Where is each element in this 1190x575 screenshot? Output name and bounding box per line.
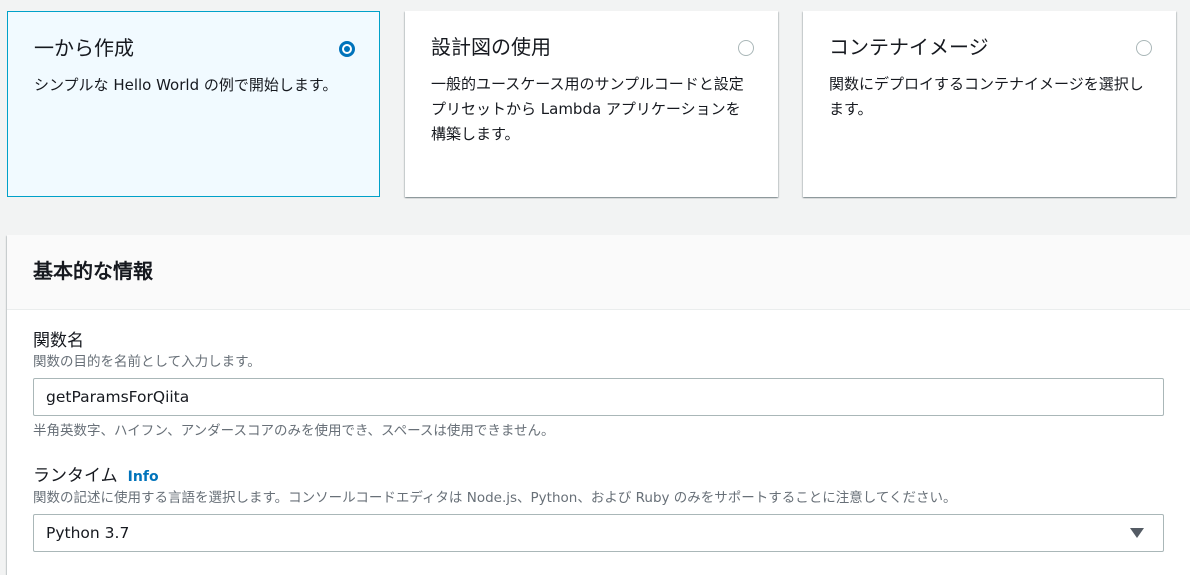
radio-button[interactable] — [738, 40, 754, 56]
radio-button[interactable] — [1136, 40, 1152, 56]
function-name-constraint: 半角英数字、ハイフン、アンダースコアのみを使用でき、スペースは使用できません。 — [33, 423, 555, 439]
function-name-input[interactable]: getParamsForQiita — [33, 378, 1164, 416]
caret-down-icon — [1130, 528, 1144, 538]
runtime-selected-value: Python 3.7 — [46, 524, 130, 542]
function-name-description: 関数の目的を名前として入力します。 — [33, 354, 261, 370]
option-card-container-image[interactable]: コンテナイメージ 関数にデプロイするコンテナイメージを選択します。 — [803, 11, 1176, 197]
option-title: 設計図の使用 — [431, 35, 551, 59]
radio-button-selected[interactable] — [339, 41, 355, 57]
option-description: 一般的ユースケース用のサンプルコードと設定プリセットから Lambda アプリケ… — [431, 75, 744, 143]
option-card-use-blueprint[interactable]: 設計図の使用 一般的ユースケース用のサンプルコードと設定プリセットから Lamb… — [405, 11, 778, 197]
option-title: 一から作成 — [34, 36, 134, 60]
runtime-select[interactable]: Python 3.7 — [33, 514, 1164, 552]
function-name-label: 関数名 — [33, 331, 84, 351]
runtime-label-row: ランタイム Info — [33, 464, 159, 489]
option-description: 関数にデプロイするコンテナイメージを選択します。 — [829, 75, 1144, 118]
basic-info-panel: 基本的な情報 関数名 関数の目的を名前として入力します。 getParamsFo… — [7, 235, 1190, 575]
panel-title: 基本的な情報 — [33, 259, 153, 283]
panel-header: 基本的な情報 — [7, 235, 1190, 310]
runtime-label: ランタイム — [33, 466, 118, 486]
option-card-author-from-scratch[interactable]: 一から作成 シンプルな Hello World の例で開始します。 — [7, 11, 380, 197]
runtime-description: 関数の記述に使用する言語を選択します。コンソールコードエディタは Node.js… — [33, 490, 957, 506]
runtime-info-link[interactable]: Info — [128, 469, 159, 485]
option-description: シンプルな Hello World の例で開始します。 — [34, 76, 338, 94]
option-title: コンテナイメージ — [829, 35, 989, 59]
